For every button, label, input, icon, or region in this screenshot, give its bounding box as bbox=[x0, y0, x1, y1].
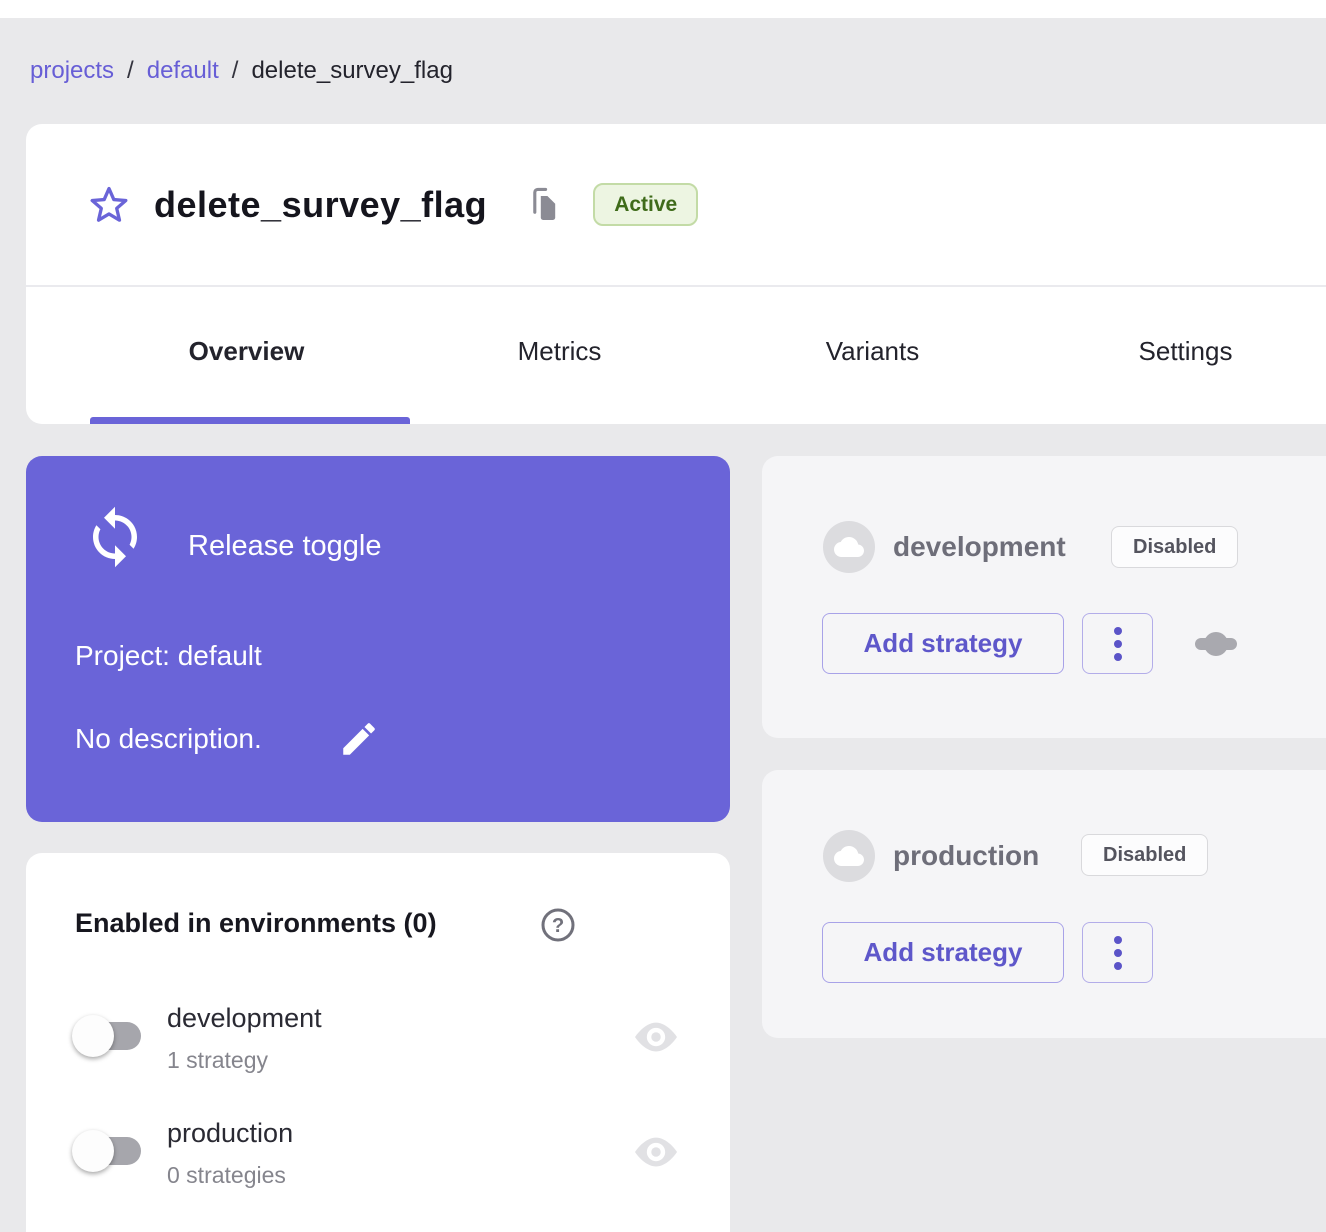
active-tab-indicator bbox=[90, 417, 410, 424]
breadcrumb-projects[interactable]: projects bbox=[30, 57, 114, 85]
add-strategy-button[interactable]: Add strategy bbox=[822, 613, 1064, 674]
strategy-card-development: development Disabled Add strategy bbox=[762, 456, 1326, 738]
env-row-name: development bbox=[167, 1003, 322, 1034]
environments-panel-title: Enabled in environments (0) bbox=[75, 908, 437, 939]
tab-metrics[interactable]: Metrics bbox=[403, 289, 716, 424]
page-title: delete_survey_flag bbox=[154, 184, 487, 226]
environment-status-chip: Disabled bbox=[1081, 834, 1208, 876]
toggle-thumb bbox=[72, 1130, 114, 1172]
flag-header-card: delete_survey_flag Active Overview Metri… bbox=[26, 124, 1326, 424]
strategy-card-production: production Disabled Add strategy bbox=[762, 770, 1326, 1038]
copy-icon[interactable] bbox=[529, 187, 561, 223]
toggle-thumb bbox=[72, 1015, 114, 1057]
breadcrumb-separator: / bbox=[232, 57, 239, 85]
environment-name: production bbox=[893, 830, 1039, 882]
help-icon[interactable]: ? bbox=[540, 907, 576, 943]
env-toggle-production[interactable] bbox=[87, 1137, 141, 1165]
breadcrumb-separator: / bbox=[127, 57, 134, 85]
breadcrumb-current: delete_survey_flag bbox=[251, 57, 452, 85]
kebab-dot bbox=[1114, 627, 1122, 635]
environment-enable-switch[interactable] bbox=[1195, 632, 1237, 656]
description-label: No description. bbox=[75, 723, 262, 755]
kebab-dot bbox=[1114, 640, 1122, 648]
env-row-name: production bbox=[167, 1118, 293, 1149]
flag-overview-page: projects / default / delete_survey_flag … bbox=[0, 0, 1326, 1232]
switch-thumb bbox=[1204, 632, 1228, 656]
kebab-dot bbox=[1114, 653, 1122, 661]
tab-settings[interactable]: Settings bbox=[1029, 289, 1326, 424]
toggle-info-card: Release toggle Project: default No descr… bbox=[26, 456, 730, 822]
environments-panel: Enabled in environments (0) ? developmen… bbox=[26, 853, 730, 1232]
env-toggle-development[interactable] bbox=[87, 1022, 141, 1050]
tab-variants[interactable]: Variants bbox=[716, 289, 1029, 424]
eye-icon[interactable] bbox=[635, 1137, 677, 1167]
eye-icon[interactable] bbox=[635, 1022, 677, 1052]
flag-header-row: delete_survey_flag Active bbox=[26, 124, 1326, 287]
env-row-strategy-count: 1 strategy bbox=[167, 1047, 268, 1074]
cloud-icon bbox=[834, 845, 864, 867]
environment-avatar bbox=[823, 521, 875, 573]
toggle-type-label: Release toggle bbox=[188, 530, 381, 563]
favorite-star-icon[interactable] bbox=[88, 184, 130, 226]
breadcrumb: projects / default / delete_survey_flag bbox=[30, 57, 453, 85]
environment-avatar bbox=[823, 830, 875, 882]
edit-pencil-icon[interactable] bbox=[338, 718, 380, 760]
environment-status-chip: Disabled bbox=[1111, 526, 1238, 568]
more-options-button[interactable] bbox=[1082, 613, 1153, 674]
tabs: Overview Metrics Variants Settings bbox=[26, 289, 1326, 424]
more-options-button[interactable] bbox=[1082, 922, 1153, 983]
status-badge: Active bbox=[593, 183, 698, 226]
env-row-strategy-count: 0 strategies bbox=[167, 1162, 286, 1189]
sync-icon bbox=[82, 504, 148, 570]
cloud-icon bbox=[834, 536, 864, 558]
tab-overview[interactable]: Overview bbox=[90, 289, 403, 424]
svg-text:?: ? bbox=[552, 915, 564, 937]
kebab-dot bbox=[1114, 962, 1122, 970]
environment-name: development bbox=[893, 521, 1066, 573]
top-strip bbox=[0, 0, 1326, 18]
breadcrumb-default[interactable]: default bbox=[147, 57, 219, 85]
kebab-dot bbox=[1114, 949, 1122, 957]
project-label: Project: default bbox=[75, 640, 262, 672]
add-strategy-button[interactable]: Add strategy bbox=[822, 922, 1064, 983]
kebab-dot bbox=[1114, 936, 1122, 944]
